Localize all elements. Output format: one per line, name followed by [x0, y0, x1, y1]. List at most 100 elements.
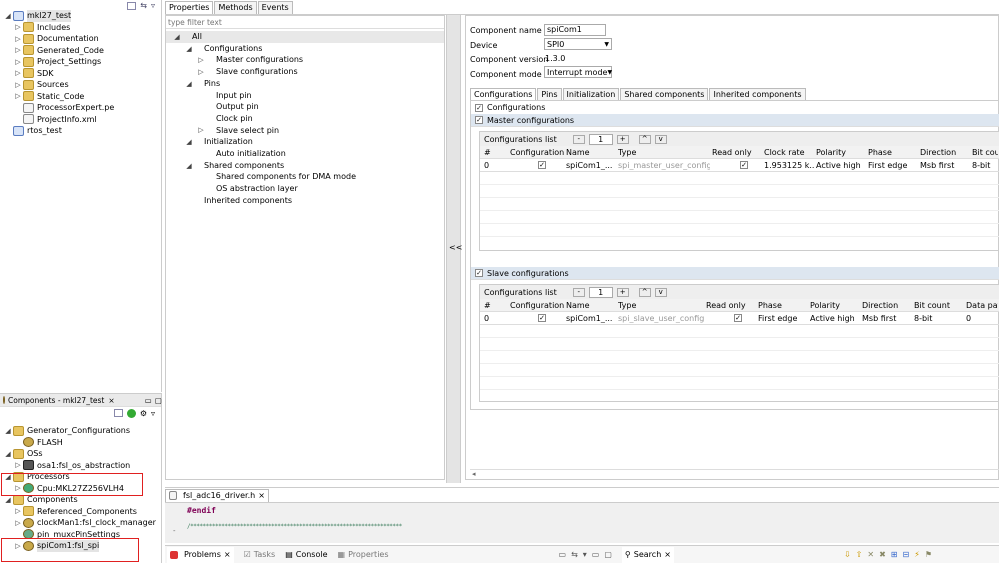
code-editor[interactable]: #endif /********************************…: [165, 503, 999, 543]
view-menu-icon[interactable]: ▾: [583, 550, 587, 559]
tab-tasks[interactable]: ☑ Tasks: [244, 550, 276, 559]
tab-console[interactable]: ▤ Console: [285, 550, 327, 559]
tab-search[interactable]: ⚲ Search ⨯: [621, 546, 674, 563]
nav-shared[interactable]: ◢ Shared components: [166, 160, 444, 172]
tree-item-sdk[interactable]: ▷ SDK: [3, 68, 114, 80]
new-item-icon[interactable]: ▭: [559, 550, 567, 559]
master-move-down-button[interactable]: v: [654, 134, 667, 144]
tab-pins[interactable]: Pins: [537, 87, 562, 101]
slave-column-header[interactable]: #: [484, 301, 508, 310]
tree-root-project[interactable]: ◢ mkl27_test: [3, 10, 114, 22]
close-icon[interactable]: ⨯: [224, 550, 231, 559]
master-column-header[interactable]: Configuration: [510, 148, 564, 157]
slave-checkbox-cell[interactable]: ✓: [734, 314, 742, 322]
nav-auto[interactable]: Auto initialization: [166, 148, 444, 160]
tab-properties[interactable]: Properties: [165, 0, 214, 14]
slave-column-header[interactable]: Read only: [706, 301, 756, 310]
close-icon[interactable]: ⨯: [108, 396, 114, 405]
nav-select[interactable]: ▷ Slave select pin: [166, 125, 444, 137]
slave-column-header[interactable]: Phase: [758, 301, 808, 310]
link-icon[interactable]: ⇆: [571, 550, 578, 559]
nav-all[interactable]: ◢ All: [166, 31, 444, 43]
tab-inherited-components[interactable]: Inherited components: [709, 87, 806, 101]
nav-dma[interactable]: Shared components for DMA mode: [166, 171, 444, 183]
fold-icon[interactable]: -: [173, 527, 176, 535]
slave-table-cell[interactable]: Active high: [810, 314, 860, 323]
master-table-cell[interactable]: spi_master_user_config_t: [618, 161, 710, 170]
master-table-cell[interactable]: Msb first: [920, 161, 970, 170]
master-checkbox-cell[interactable]: ✓: [740, 161, 748, 169]
slave-move-up-button[interactable]: ^: [638, 287, 651, 297]
master-table-cell[interactable]: spiCom1_...: [566, 161, 616, 170]
slave-table-cell[interactable]: Msb first: [862, 314, 912, 323]
filter-icon[interactable]: ⚙: [140, 409, 147, 418]
slave-column-header[interactable]: Type: [618, 301, 704, 310]
slave-column-header[interactable]: Polarity: [810, 301, 860, 310]
device-select[interactable]: SPI0 ▼: [544, 38, 612, 50]
configurations-checkbox-row[interactable]: ✓ Configurations: [471, 101, 999, 114]
run-search-icon[interactable]: ⚡: [914, 550, 920, 559]
master-table-row[interactable]: 0 ✓ spiCom1_... spi_master_user_config_t ✓ 1.…: [480, 159, 999, 172]
tree-root-rtos[interactable]: rtos_test: [3, 125, 114, 137]
expanded-arrow-icon[interactable]: ◢: [3, 11, 13, 21]
nav-pins[interactable]: ◢ Pins: [166, 78, 444, 90]
slave-column-header[interactable]: Name: [566, 301, 616, 310]
slave-move-down-button[interactable]: v: [654, 287, 667, 297]
master-move-up-button[interactable]: ^: [638, 134, 651, 144]
expand-arrow-icon[interactable]: ▷: [13, 91, 23, 101]
slave-table-cell[interactable]: spi_slave_user_config_t: [618, 314, 704, 323]
master-column-header[interactable]: Direction: [920, 148, 970, 157]
expand-arrow-icon[interactable]: [13, 103, 23, 113]
master-add-button[interactable]: +: [616, 134, 629, 144]
maximize-icon[interactable]: ▢: [604, 550, 612, 559]
collapse-label[interactable]: <<: [449, 243, 462, 252]
tree-referenced[interactable]: ▷ Referenced_Components: [3, 506, 156, 518]
tree-gen-config[interactable]: ◢ Generator_Configurations: [3, 425, 156, 437]
tree-clock[interactable]: ▷ clockMan1:fsl_clock_manager: [3, 517, 156, 529]
master-column-header[interactable]: Clock rate: [764, 148, 814, 157]
master-column-header[interactable]: Bit count: [972, 148, 998, 157]
slave-table-cell[interactable]: spiCom1_...: [566, 314, 616, 323]
minimize-icon[interactable]: ▭: [145, 396, 152, 405]
master-remove-button[interactable]: -: [572, 134, 585, 144]
component-name-input[interactable]: spiCom1: [544, 24, 606, 36]
tree-item-static-code[interactable]: ▷ Static_Code: [3, 91, 114, 103]
tab-properties-bottom[interactable]: ▦ Properties: [338, 550, 389, 559]
expand-arrow-icon[interactable]: ▷: [13, 68, 23, 78]
master-section-header[interactable]: ✓ Master configurations: [471, 114, 999, 127]
nav-slave[interactable]: ▷ Slave configurations: [166, 66, 444, 78]
expand-arrow-icon[interactable]: ▷: [13, 45, 23, 55]
collapse-all-icon[interactable]: ⊟: [902, 550, 909, 559]
minimize-icon[interactable]: ▭: [592, 550, 600, 559]
tab-shared-components[interactable]: Shared components: [620, 87, 709, 101]
filter-input[interactable]: [166, 16, 444, 29]
collapse-all-icon[interactable]: [113, 409, 123, 417]
collapse-splitter[interactable]: <<: [446, 15, 462, 483]
slave-column-header[interactable]: Data patte: [966, 301, 998, 310]
tree-oss[interactable]: ◢ OSs: [3, 448, 156, 460]
nav-input[interactable]: Input pin: [166, 90, 444, 102]
nav-output[interactable]: Output pin: [166, 101, 444, 113]
tree-item-project-settings[interactable]: ▷ Project_Settings: [3, 56, 114, 68]
slave-section-header[interactable]: ✓ Slave configurations: [471, 267, 999, 280]
expand-arrow-icon[interactable]: ▷: [13, 57, 23, 67]
master-count-input[interactable]: 1: [588, 133, 613, 145]
master-column-header[interactable]: Type: [618, 148, 710, 157]
slave-table-cell[interactable]: 0: [966, 314, 998, 323]
arrow-up-icon[interactable]: ⇧: [856, 550, 863, 559]
pin-icon[interactable]: ⚑: [925, 550, 932, 559]
slave-checkbox[interactable]: ✓: [475, 269, 483, 277]
slave-table-cell[interactable]: First edge: [758, 314, 808, 323]
tab-configurations[interactable]: Configurations: [470, 87, 537, 101]
master-table-cell[interactable]: First edge: [868, 161, 918, 170]
master-table-cell[interactable]: 0: [484, 161, 508, 170]
arrow-down-icon[interactable]: ⇩: [844, 550, 851, 559]
collapse-all-icon[interactable]: [127, 1, 137, 10]
slave-count-input[interactable]: 1: [588, 286, 613, 298]
slave-checkbox-cell[interactable]: ✓: [538, 314, 546, 322]
maximize-icon[interactable]: ▢: [155, 396, 162, 405]
nav-inherited[interactable]: Inherited components: [166, 195, 444, 207]
slave-table-cell[interactable]: 8-bit: [914, 314, 964, 323]
close-icon[interactable]: ⨯: [664, 550, 671, 559]
tree-item-processorexpert-pe[interactable]: ProcessorExpert.pe: [3, 102, 114, 114]
